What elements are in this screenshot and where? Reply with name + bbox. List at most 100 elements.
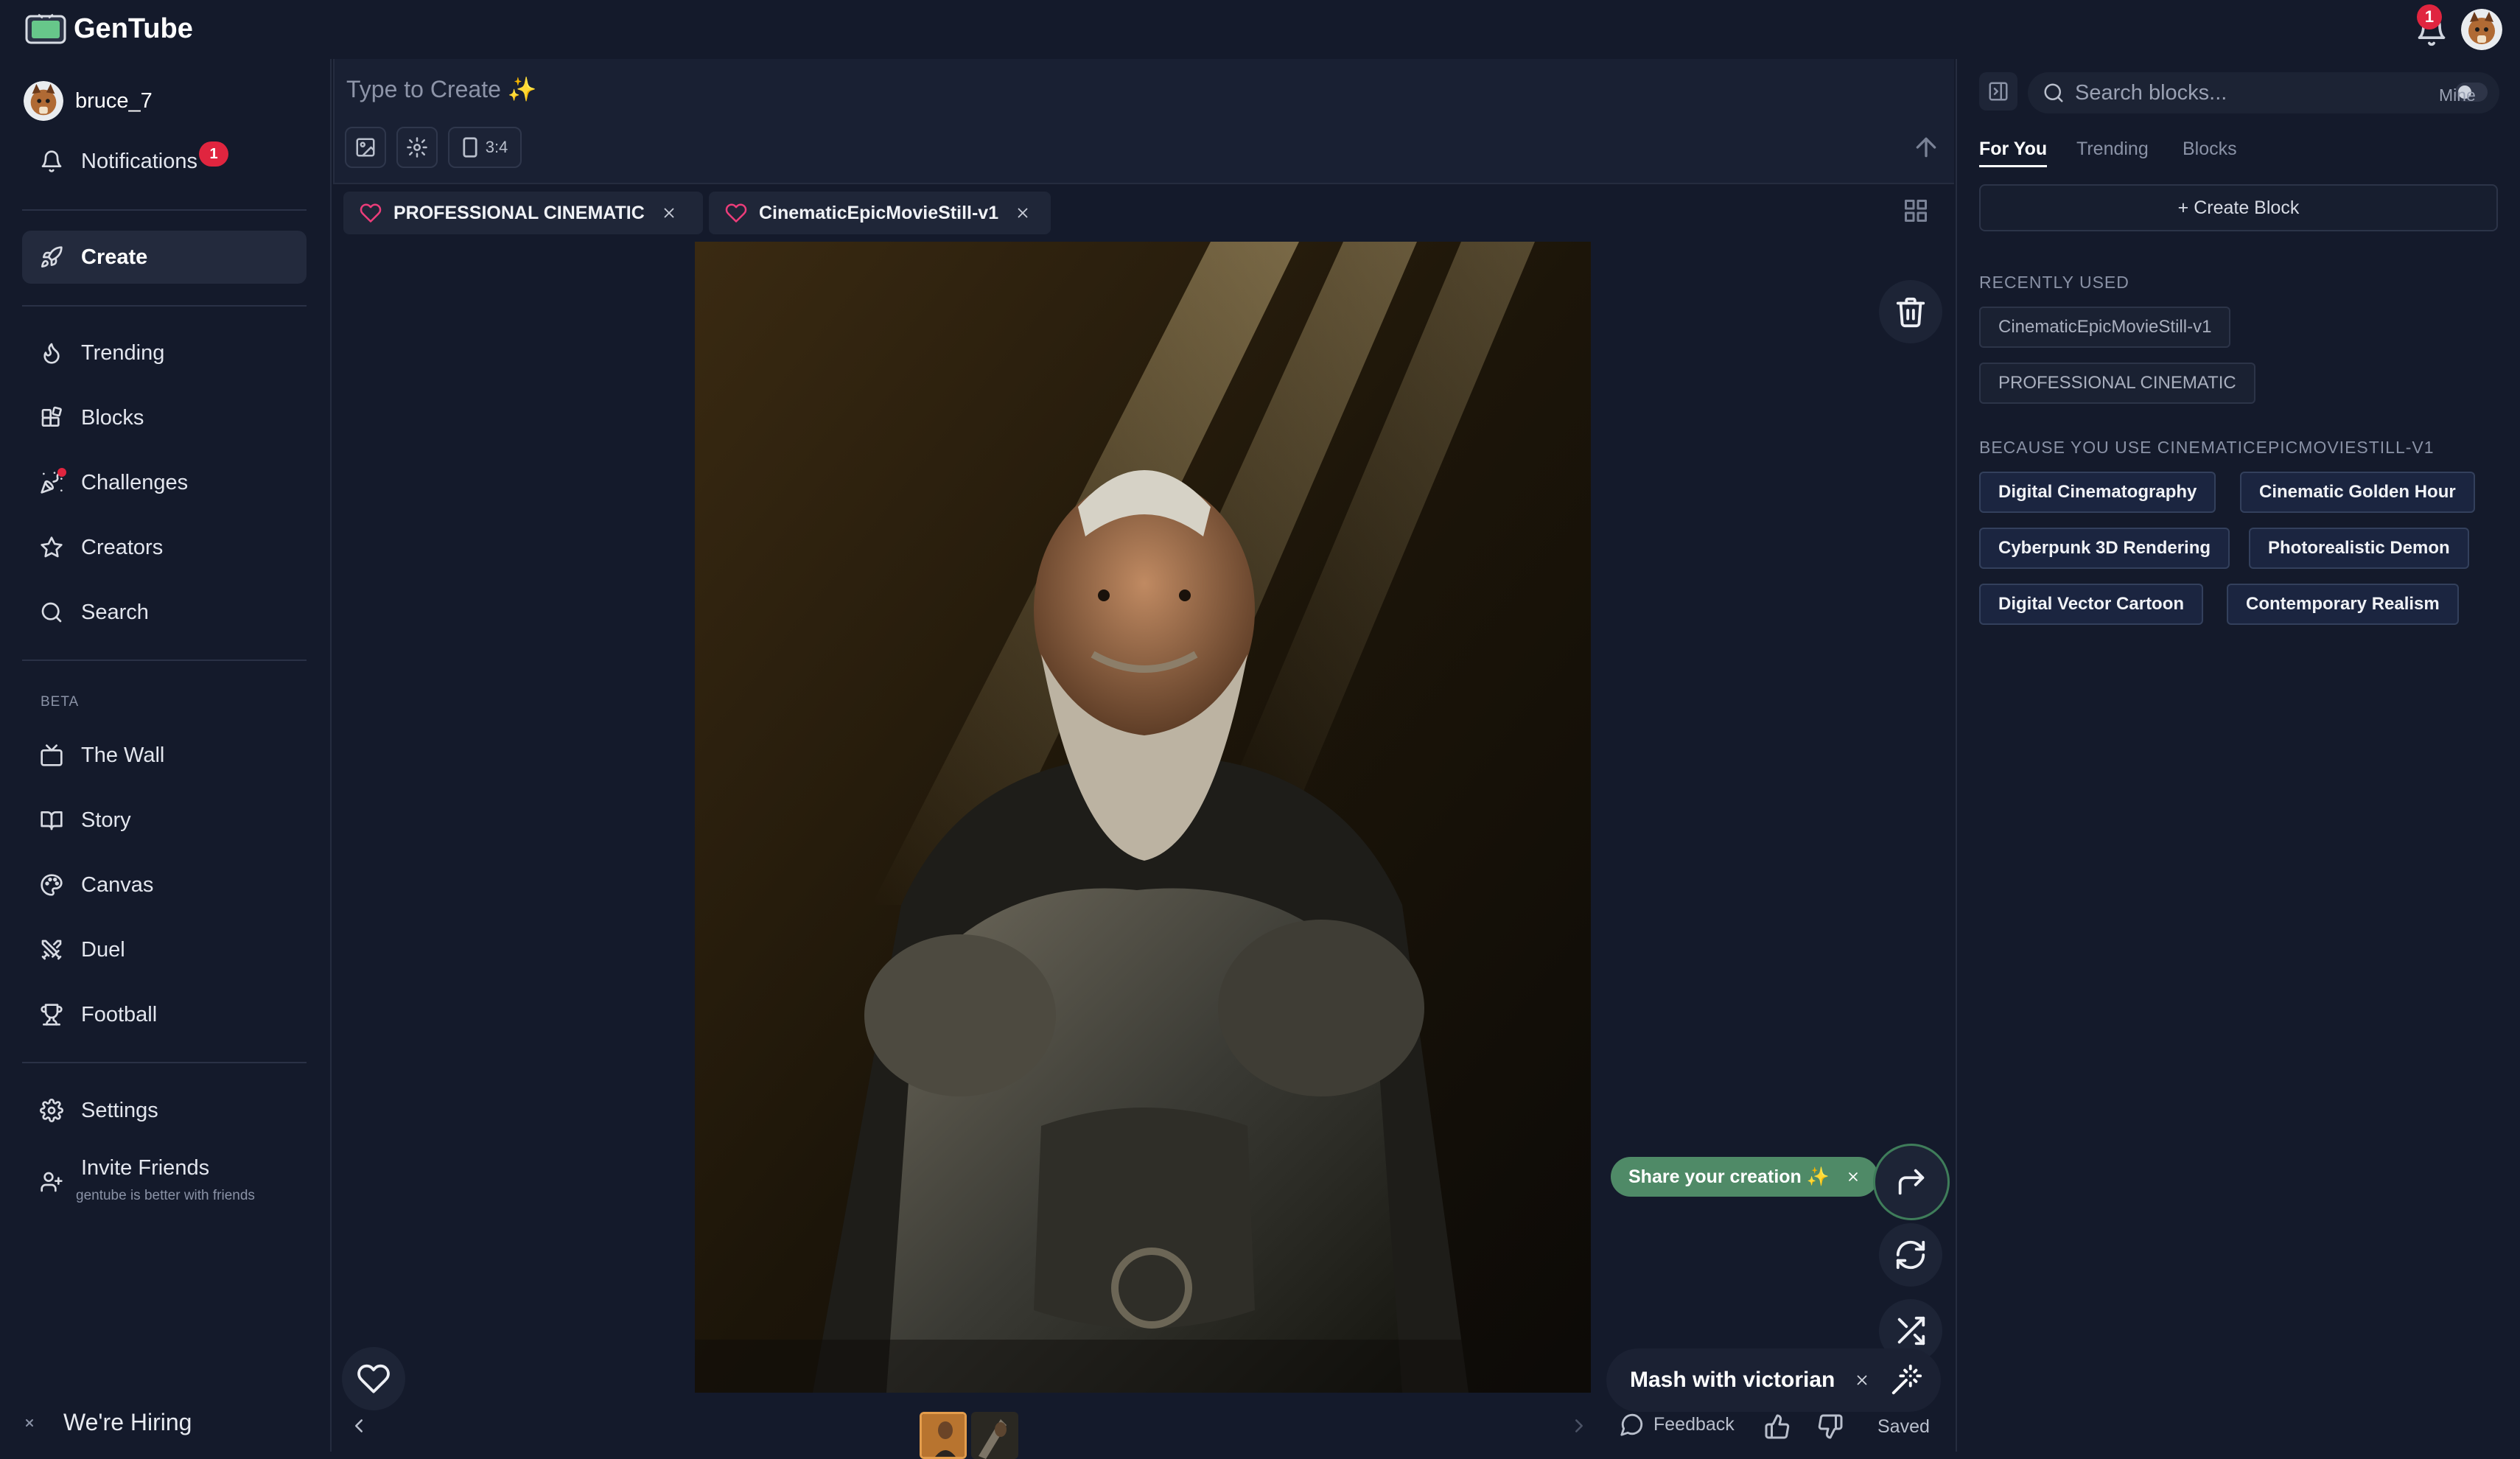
blocks-panel: Mine For You Trending Blocks + Create Bl… — [1956, 59, 2520, 1452]
close-icon[interactable] — [661, 205, 677, 221]
sidebar-item-label: Search — [81, 600, 149, 624]
sidebar-item-challenges[interactable]: Challenges — [22, 456, 307, 509]
sidebar-item-duel[interactable]: Duel — [22, 923, 307, 976]
recent-block-tag[interactable]: CinematicEpicMovieStill-v1 — [1979, 307, 2231, 348]
sidebar-item-canvas[interactable]: Canvas — [22, 858, 307, 912]
close-icon[interactable] — [1015, 205, 1031, 221]
suggested-block-tag[interactable]: Cinematic Golden Hour — [2240, 472, 2475, 513]
heart-icon[interactable] — [360, 202, 382, 224]
sidebar-item-label: Canvas — [81, 872, 154, 897]
image-upload-button[interactable] — [345, 127, 386, 168]
sidebar-item-football[interactable]: Football — [22, 988, 307, 1041]
sidebar-item-search[interactable]: Search — [22, 586, 307, 639]
sidebar-item-the-wall[interactable]: The Wall — [22, 729, 307, 782]
style-chip-professional-cinematic[interactable]: PROFESSIONAL CINEMATIC — [343, 192, 703, 234]
suggested-block-tag[interactable]: Photorealistic Demon — [2249, 528, 2469, 569]
style-chip-cinematic-epic[interactable]: CinematicEpicMovieStill-v1 — [709, 192, 1051, 234]
generated-image[interactable] — [695, 242, 1591, 1393]
crossed-swords-icon — [40, 938, 63, 962]
magic-wand-icon[interactable] — [1889, 1363, 1923, 1397]
thumbs-up-icon[interactable] — [1764, 1413, 1791, 1440]
divider — [22, 305, 307, 307]
hiring-label[interactable]: We're Hiring — [63, 1409, 192, 1436]
tab-for-you[interactable]: For You — [1979, 139, 2048, 167]
tv-logo-icon[interactable] — [25, 13, 66, 46]
prompt-input[interactable]: Type to Create ✨ — [346, 75, 537, 103]
feedback-button[interactable]: Feedback — [1620, 1412, 1735, 1437]
chevron-right-icon[interactable] — [1568, 1415, 1590, 1437]
thumbs-down-icon[interactable] — [1817, 1413, 1844, 1440]
panel-toggle-button[interactable] — [1979, 72, 2017, 111]
suggested-block-tag[interactable]: Digital Vector Cartoon — [1979, 584, 2204, 625]
notification-count-badge: 1 — [199, 141, 228, 167]
aspect-ratio-button[interactable]: 3:4 — [448, 127, 522, 168]
mine-label[interactable]: Mine — [2439, 85, 2476, 105]
chip-label: PROFESSIONAL CINEMATIC — [393, 202, 645, 223]
share-arrow-icon — [1898, 1169, 1925, 1195]
book-open-icon — [40, 808, 63, 832]
settings-button[interactable] — [396, 127, 438, 168]
close-icon[interactable] — [1846, 1169, 1861, 1184]
grid-icon[interactable] — [1903, 197, 1929, 224]
sidebar-item-label: Story — [81, 808, 131, 832]
sidebar-item-creators[interactable]: Creators — [22, 521, 307, 574]
search-input[interactable] — [2075, 80, 2355, 105]
heart-icon[interactable] — [725, 202, 747, 224]
image-plus-icon — [356, 138, 375, 157]
share-creation-pill[interactable]: Share your creation ✨ — [1611, 1157, 1878, 1197]
recent-block-tag[interactable]: PROFESSIONAL CINEMATIC — [1979, 363, 2255, 404]
suggested-block-tag[interactable]: Cyberpunk 3D Rendering — [1979, 528, 2230, 569]
share-label: Share your creation ✨ — [1628, 1166, 1830, 1187]
sidebar-item-label: Create — [81, 245, 148, 269]
search-icon — [40, 601, 63, 624]
close-icon[interactable] — [1854, 1372, 1870, 1388]
username: bruce_7 — [75, 88, 153, 113]
message-circle-icon — [1620, 1413, 1643, 1436]
gear-icon — [40, 1099, 63, 1122]
sidebar-item-notifications[interactable]: Notifications — [22, 135, 307, 188]
sidebar-item-settings[interactable]: Settings — [22, 1084, 307, 1137]
saved-status: Saved — [1877, 1416, 1930, 1437]
close-icon[interactable] — [21, 1414, 38, 1432]
regenerate-button[interactable] — [1879, 1223, 1942, 1287]
mash-label: Mash with victorian — [1630, 1368, 1835, 1392]
avatar[interactable] — [2461, 9, 2502, 50]
divider — [22, 209, 307, 211]
prompt-box[interactable]: Type to Create ✨ 3:4 — [333, 59, 1954, 184]
gear-icon — [407, 137, 427, 158]
beta-section-label: BETA — [41, 694, 80, 710]
sidebar-item-label: Duel — [81, 937, 125, 962]
suggested-block-tag[interactable]: Digital Cinematography — [1979, 472, 2216, 513]
sidebar-item-label: Settings — [81, 1098, 158, 1122]
sidebar-item-blocks[interactable]: Blocks — [22, 391, 307, 444]
delete-button[interactable] — [1879, 280, 1942, 343]
user-plus-icon — [40, 1170, 63, 1194]
sidebar-item-label: Invite Friends — [81, 1155, 210, 1180]
arrow-up-icon[interactable] — [1911, 133, 1941, 162]
sidebar-user[interactable]: bruce_7 — [24, 81, 153, 121]
blocks-icon — [40, 406, 63, 430]
search-blocks-box[interactable] — [2028, 72, 2499, 113]
chevron-left-icon[interactable] — [348, 1415, 370, 1437]
thumbnail-selected[interactable] — [920, 1412, 967, 1459]
app-title[interactable]: GenTube — [74, 13, 193, 45]
suggested-block-tag[interactable]: Contemporary Realism — [2227, 584, 2459, 625]
share-button[interactable] — [1873, 1144, 1950, 1220]
sidebar-item-label: The Wall — [81, 743, 165, 767]
sidebar-item-label: Blocks — [81, 405, 144, 430]
sidebar-item-trending[interactable]: Trending — [22, 326, 307, 379]
tab-trending[interactable]: Trending — [2076, 139, 2149, 160]
sidebar-item-label: Creators — [81, 535, 164, 559]
trophy-icon — [40, 1003, 63, 1026]
sidebar-item-story[interactable]: Story — [22, 794, 307, 847]
thumbnail[interactable] — [971, 1412, 1018, 1459]
divider — [22, 1062, 307, 1063]
hiring-banner[interactable]: We're Hiring — [21, 1409, 192, 1436]
invite-subtitle: gentube is better with friends — [76, 1188, 255, 1203]
main-area: Type to Create ✨ 3:4 PROFESSIONAL CINEMA… — [333, 59, 1954, 1459]
rocket-icon — [40, 245, 63, 269]
tab-blocks[interactable]: Blocks — [2183, 139, 2237, 160]
sidebar-item-create[interactable]: Create — [22, 231, 307, 284]
create-block-button[interactable]: + Create Block — [1979, 184, 2498, 231]
top-bar: GenTube 1 — [0, 0, 2520, 59]
